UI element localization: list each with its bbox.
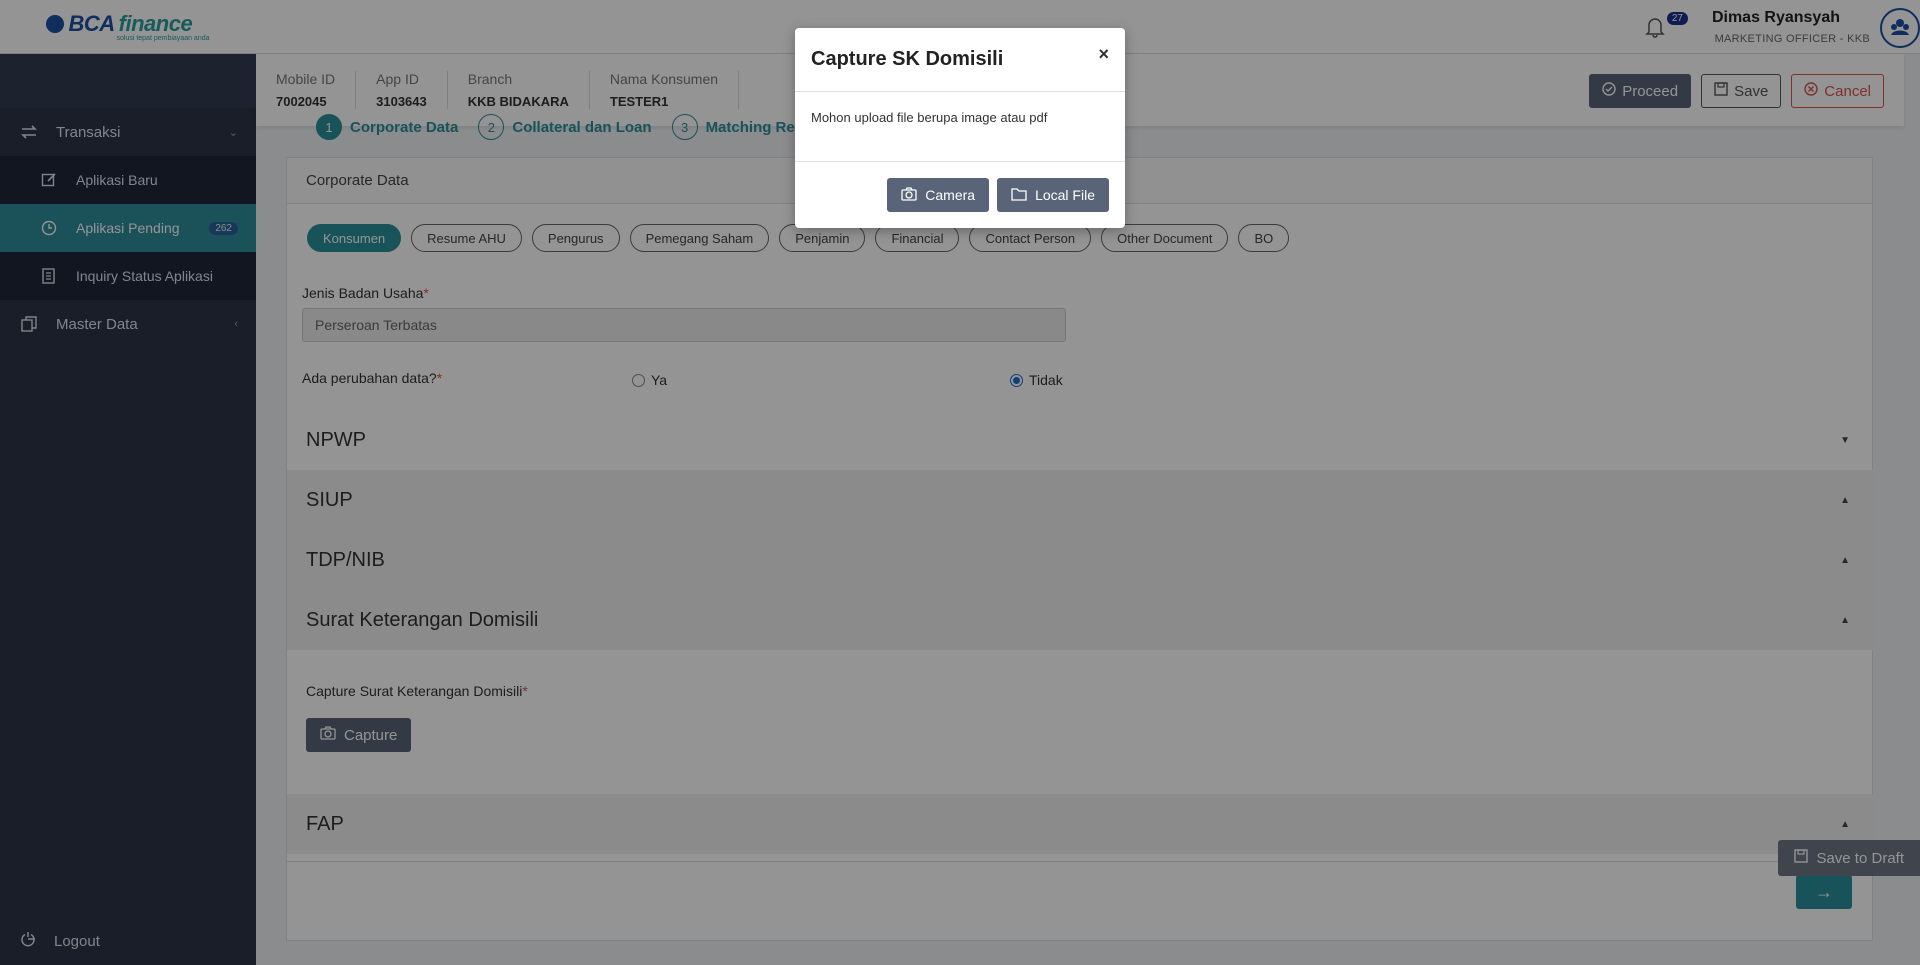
modal-header: Capture SK Domisili ×: [795, 28, 1125, 92]
camera-icon: [901, 186, 917, 204]
camera-label: Camera: [925, 187, 976, 203]
close-icon[interactable]: ×: [1098, 44, 1109, 65]
modal-message: Mohon upload file berupa image atau pdf: [795, 92, 1125, 162]
local-file-label: Local File: [1035, 187, 1095, 203]
modal-title: Capture SK Domisili: [811, 48, 1004, 70]
local-file-button[interactable]: Local File: [997, 178, 1109, 212]
modal-footer: Camera Local File: [795, 162, 1125, 228]
folder-icon: [1011, 187, 1027, 204]
camera-button[interactable]: Camera: [887, 178, 990, 212]
capture-sk-domisili-modal: Capture SK Domisili × Mohon upload file …: [795, 28, 1125, 228]
